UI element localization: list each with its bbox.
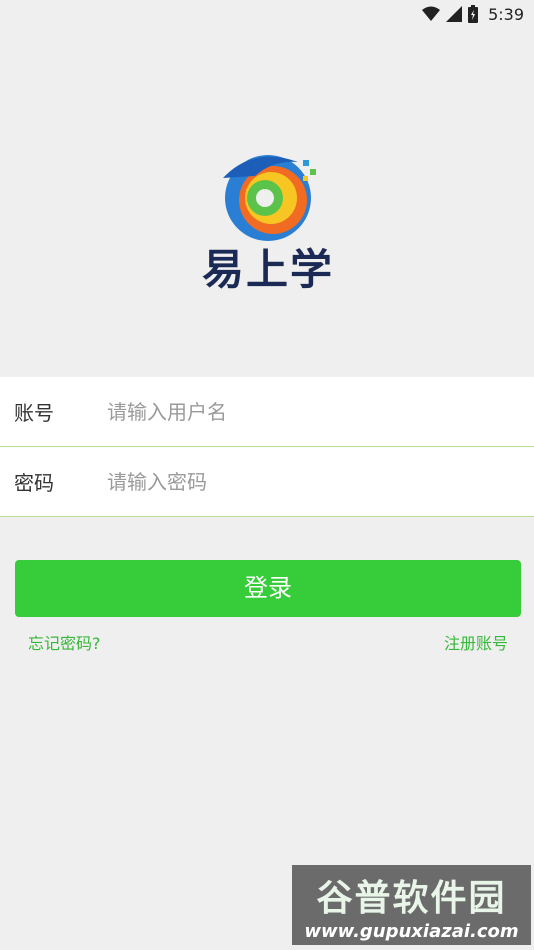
app-name: 易上学 <box>201 245 334 294</box>
account-input[interactable] <box>107 399 487 424</box>
account-row: 账号 <box>0 377 534 447</box>
register-link[interactable]: 注册账号 <box>444 630 508 654</box>
wifi-icon <box>422 6 441 21</box>
form-links: 忘记密码? 注册账号 <box>28 630 508 654</box>
watermark: 谷普软件园 www.gupuxiazai.com <box>292 865 531 945</box>
login-form: 账号 密码 <box>0 377 534 517</box>
login-button[interactable]: 登录 <box>15 560 521 617</box>
status-time: 5:39 <box>488 4 524 24</box>
password-input[interactable] <box>107 469 487 494</box>
watermark-url: www.gupuxiazai.com <box>304 920 519 942</box>
password-row: 密码 <box>0 447 534 517</box>
signal-icon <box>446 6 463 22</box>
password-label: 密码 <box>14 471 54 495</box>
battery-icon <box>468 5 479 23</box>
account-label: 账号 <box>14 401 54 425</box>
forgot-password-link[interactable]: 忘记密码? <box>28 630 101 654</box>
status-bar: 5:39 <box>0 0 534 28</box>
watermark-title: 谷普软件园 <box>316 877 507 919</box>
